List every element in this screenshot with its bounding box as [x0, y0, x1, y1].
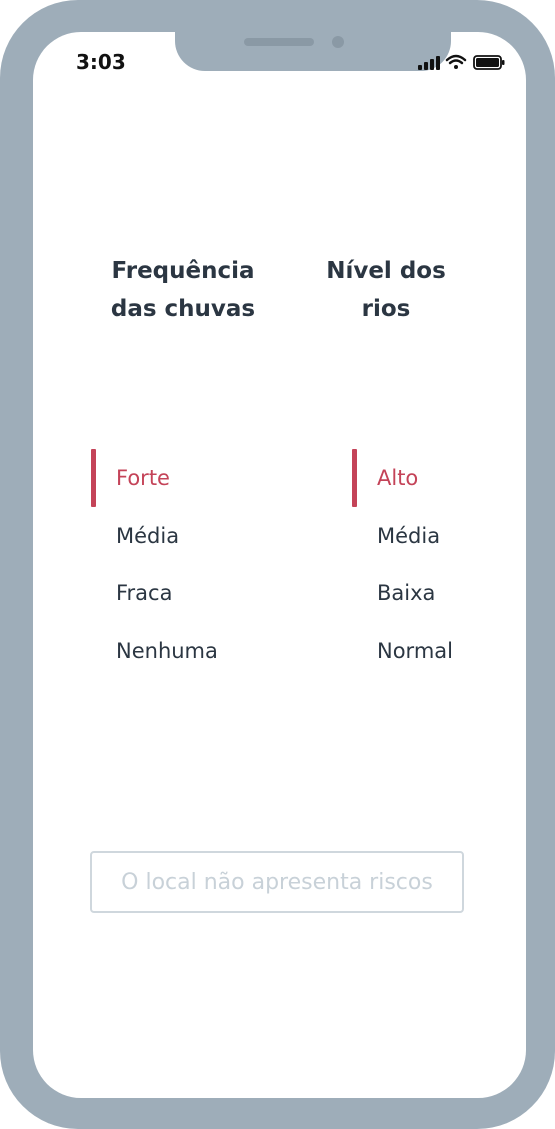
rain-option-forte[interactable]: Forte: [116, 463, 170, 493]
speaker-icon: [244, 38, 314, 46]
rain-option-nenhuma[interactable]: Nenhuma: [116, 636, 218, 666]
rain-option-fraca[interactable]: Fraca: [116, 578, 172, 608]
risk-result-box: O local não apresenta riscos: [90, 851, 464, 913]
river-level-title: Nível dos rios: [326, 258, 446, 322]
river-option-media[interactable]: Média: [377, 521, 440, 551]
status-icons: [418, 54, 505, 70]
river-level-selected-indicator: [352, 449, 357, 507]
river-option-alto[interactable]: Alto: [377, 463, 418, 493]
risk-result-text: O local não apresenta riscos: [121, 869, 433, 895]
rain-option-media[interactable]: Média: [116, 521, 179, 551]
status-time: 3:03: [76, 50, 126, 74]
river-option-baixa[interactable]: Baixa: [377, 578, 435, 608]
rain-frequency-selected-indicator: [91, 449, 96, 507]
wifi-icon: [445, 54, 467, 69]
signal-icon: [418, 56, 440, 70]
rain-frequency-title: Frequência das chuvas: [110, 258, 256, 322]
battery-icon: [473, 55, 505, 70]
phone-notch: [175, 32, 451, 71]
camera-icon: [332, 36, 344, 48]
river-option-normal[interactable]: Normal: [377, 636, 453, 666]
phone-screen: [33, 32, 526, 1098]
